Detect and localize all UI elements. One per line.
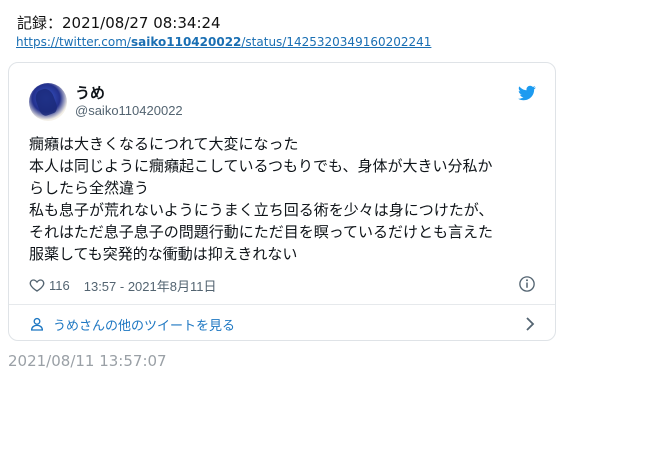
person-icon	[30, 317, 44, 331]
record-line: 記録：2021/08/27 08:34:24	[17, 14, 221, 32]
tweet-line: それはただ息子息子の問題行動にただ目を瞑っているだけとも言えた	[29, 223, 493, 241]
capture-timestamp: 2021/08/11 13:57:07	[8, 352, 167, 370]
url-user: saiko110420022	[130, 35, 242, 49]
like-count[interactable]: 116	[49, 278, 70, 293]
user-handle[interactable]: @saiko110420022	[75, 103, 183, 118]
tweet-time-date[interactable]: 13:57 - 2021年8月11日	[84, 276, 217, 295]
tweet-card: うめ @saiko110420022 癇癪は大きくなるにつれて大変になった 本人…	[8, 62, 556, 341]
tweet-line: らしたら全然違う	[29, 179, 150, 197]
card-divider	[9, 304, 555, 305]
twitter-bird-icon[interactable]	[517, 84, 537, 102]
chevron-right-icon	[526, 317, 535, 331]
url-suffix: /status/1425320349160202241	[241, 35, 432, 49]
avatar[interactable]	[29, 83, 67, 121]
tweet-meta-row: 116 13:57 - 2021年8月11日	[29, 276, 216, 294]
tweet-text: 癇癪は大きくなるにつれて大変になった 本人は同じように癇癪起こしているつもりでも…	[29, 133, 539, 265]
url-prefix: https://twitter.com/	[16, 35, 131, 49]
tweet-line: 私も息子が荒れないようにうまく立ち回る術を少々は身につけたが、	[29, 201, 494, 219]
more-tweets-link[interactable]: うめさんの他のツイートを見る	[29, 314, 535, 334]
tweet-line: 癇癪は大きくなるにつれて大変になった	[29, 135, 299, 153]
tweet-source-link[interactable]: https://twitter.com/saiko110420022/statu…	[16, 35, 431, 49]
heart-icon[interactable]	[29, 277, 45, 293]
more-tweets-label: うめさんの他のツイートを見る	[53, 318, 236, 334]
tweet-line: 本人は同じように癇癪起こしているつもりでも、身体が大きい分私か	[29, 157, 493, 175]
display-name[interactable]: うめ	[75, 82, 105, 103]
tweet-line: 服薬しても突発的な衝動は抑えきれない	[29, 245, 298, 263]
info-icon[interactable]	[518, 275, 536, 293]
